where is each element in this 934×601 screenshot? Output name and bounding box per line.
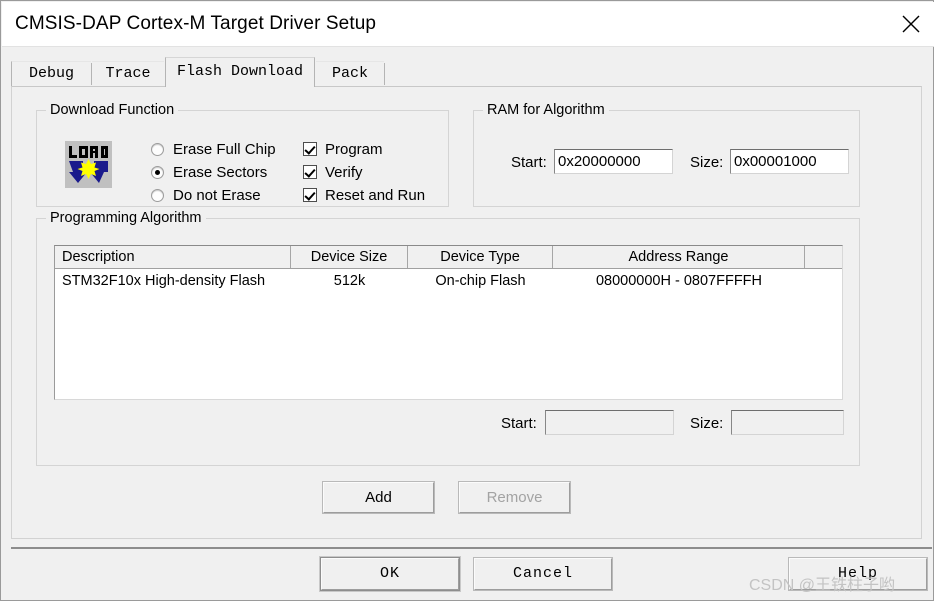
target-driver-setup-dialog: CMSIS-DAP Cortex-M Target Driver Setup D… <box>0 0 934 601</box>
load-icon-glyph <box>65 141 112 188</box>
column-header-extra[interactable] <box>805 246 842 268</box>
radio-do-not-erase-label: Do not Erase <box>173 187 261 204</box>
ram-size-label: Size: <box>690 154 724 171</box>
cell-device-type: On-chip Flash <box>435 273 526 289</box>
remove-button-label: Remove <box>486 489 543 506</box>
radio-do-not-erase-mark <box>151 189 164 202</box>
ok-button[interactable]: OK <box>321 558 459 590</box>
title-bar: CMSIS-DAP Cortex-M Target Driver Setup <box>2 2 934 47</box>
add-button-label: Add <box>365 489 392 506</box>
remove-button[interactable]: Remove <box>459 482 570 513</box>
tab-debug-label: Debug <box>28 65 74 82</box>
tab-strip: Debug Trace Flash Download Pack <box>11 57 922 87</box>
download-function-group: Download Function Erase Full Chip Erase … <box>36 102 449 207</box>
checkbox-reset-and-run-label: Reset and Run <box>325 187 426 204</box>
table-row[interactable]: STM32F10x High-density Flash 512k On-chi… <box>55 270 842 292</box>
column-header-address-range[interactable]: Address Range <box>553 246 805 268</box>
tab-pack[interactable]: Pack <box>316 61 384 87</box>
radio-erase-full-chip-mark <box>151 143 164 156</box>
ram-for-algorithm-group: RAM for Algorithm Start: Size: <box>473 102 860 207</box>
column-header-description[interactable]: Description <box>55 246 291 268</box>
algorithm-size-input[interactable] <box>731 410 844 435</box>
column-header-device-size[interactable]: Device Size <box>291 246 408 268</box>
checkbox-program-mark <box>303 142 317 156</box>
checkbox-verify-mark <box>303 165 317 179</box>
ram-size-input[interactable] <box>730 149 849 174</box>
programming-algorithm-title: Programming Algorithm <box>46 210 206 226</box>
cell-device-size: 512k <box>333 273 366 289</box>
radio-erase-sectors-label: Erase Sectors <box>173 164 268 181</box>
checkbox-reset-and-run-mark <box>303 188 317 202</box>
algorithm-start-input[interactable] <box>545 410 674 435</box>
ram-start-label: Start: <box>511 154 547 171</box>
programming-algorithm-group: Programming Algorithm Description Device… <box>36 210 860 466</box>
ok-button-label: OK <box>379 565 400 582</box>
ram-for-algorithm-title: RAM for Algorithm <box>483 102 609 118</box>
cell-address-range: 08000000H - 0807FFFFH <box>595 273 763 289</box>
checkbox-verify-label: Verify <box>325 164 363 181</box>
radio-erase-full-chip-label: Erase Full Chip <box>173 141 276 158</box>
tab-trace[interactable]: Trace <box>92 61 164 87</box>
cancel-button[interactable]: Cancel <box>474 558 612 590</box>
close-icon[interactable] <box>888 2 934 46</box>
programming-algorithm-list[interactable]: Description Device Size Device Type Addr… <box>54 245 843 400</box>
tab-flash-download[interactable]: Flash Download <box>165 57 315 87</box>
algorithm-size-label: Size: <box>690 415 724 432</box>
help-button[interactable]: Help <box>789 558 927 590</box>
tab-flash-download-label: Flash Download <box>176 63 304 80</box>
tab-debug[interactable]: Debug <box>11 61 91 87</box>
tab-trace-label: Trace <box>105 65 151 82</box>
ram-start-input[interactable] <box>554 149 673 174</box>
tab-pack-label: Pack <box>331 65 368 82</box>
checkbox-program-label: Program <box>325 141 383 158</box>
close-glyph <box>902 15 920 33</box>
algorithm-start-label: Start: <box>501 415 537 432</box>
column-header-device-type[interactable]: Device Type <box>408 246 553 268</box>
tab-divider-2 <box>384 63 385 85</box>
cell-description: STM32F10x High-density Flash <box>62 273 266 289</box>
window-title: CMSIS-DAP Cortex-M Target Driver Setup <box>15 13 377 34</box>
radio-erase-sectors-mark <box>151 166 164 179</box>
download-function-title: Download Function <box>46 102 179 118</box>
help-button-label: Help <box>837 565 878 582</box>
add-button[interactable]: Add <box>323 482 434 513</box>
footer-separator <box>11 547 932 549</box>
load-icon <box>65 141 112 188</box>
list-header-row: Description Device Size Device Type Addr… <box>55 246 842 269</box>
flash-download-panel: Download Function Erase Full Chip Erase … <box>11 86 922 539</box>
cancel-button-label: Cancel <box>512 565 573 582</box>
